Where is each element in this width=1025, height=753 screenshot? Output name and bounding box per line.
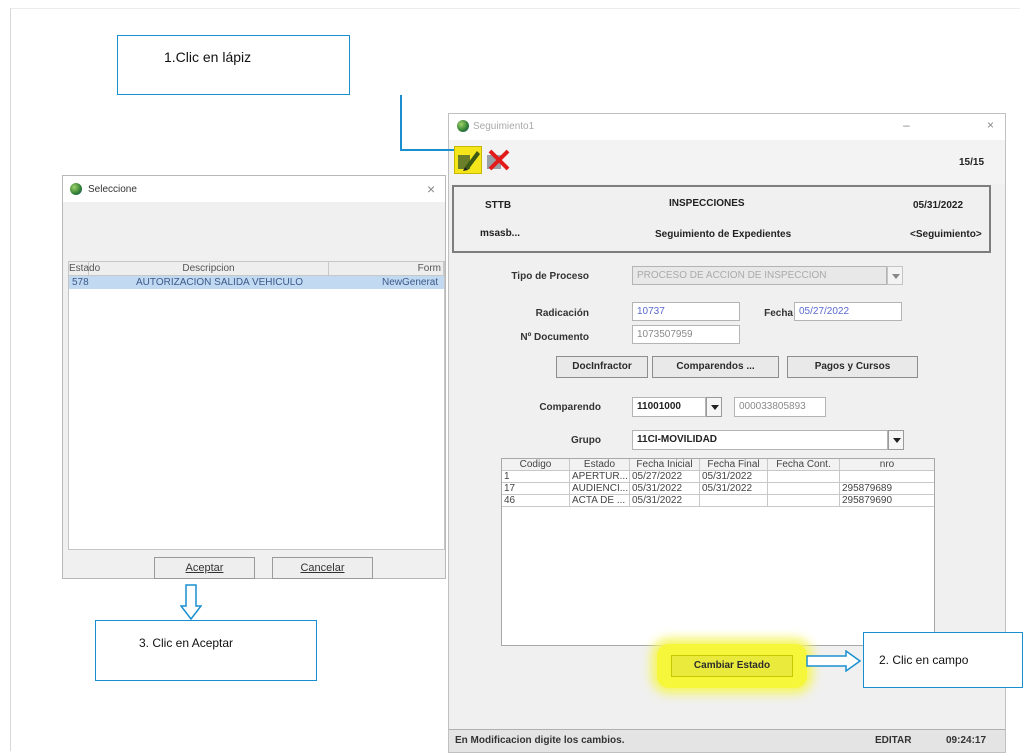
callout-step3: 3. Clic en Aceptar (95, 620, 317, 681)
selection-dialog-title: Seleccione (88, 184, 137, 195)
close-icon[interactable]: × (987, 118, 994, 132)
fecha-label: Fecha (764, 308, 793, 319)
header-module: INSPECCIONES (669, 198, 745, 209)
cell-fecha-cont (768, 495, 840, 506)
header-user: msasb... (480, 228, 521, 239)
cancel-button-label: Cancelar (300, 562, 345, 574)
table-row-selected[interactable]: 578 AUTORIZACION SALIDA VEHICULO NewGene… (69, 276, 444, 289)
cell-fecha-final: 05/31/2022 (700, 483, 768, 494)
arrow-right-icon (806, 650, 862, 672)
cell-fecha-final: 05/31/2022 (700, 471, 768, 482)
java-globe-icon (70, 183, 82, 195)
record-counter: 15/15 (959, 157, 985, 168)
selection-dialog: Seleccione × Estado Descripcion Form 578… (62, 175, 446, 579)
cell-nro: 295879689 (842, 483, 893, 494)
grupo-field[interactable]: 11CI-MOVILIDAD (632, 430, 888, 450)
cell-form: NewGenerat (382, 277, 439, 288)
cell-fecha-cont (768, 471, 840, 482)
status-message: En Modificacion digite los cambios. (455, 735, 625, 746)
cell-codigo: 46 (502, 495, 570, 506)
selection-table-header: Estado Descripcion Form (69, 262, 444, 276)
column-header-fecha-cont[interactable]: Fecha Cont. (768, 459, 840, 470)
close-icon[interactable]: × (427, 181, 435, 197)
cell-fecha-inicial: 05/27/2022 (630, 471, 700, 482)
cell-estado: AUDIENCI... (572, 483, 630, 494)
documento-label: Nº Documento (520, 332, 589, 343)
selection-dialog-titlebar: Seleccione × (63, 176, 445, 202)
selection-table: Estado Descripcion Form 578 AUTORIZACION… (68, 261, 445, 550)
cell-estado: ACTA DE ... (570, 495, 630, 506)
comparendo-dropdown-icon[interactable] (706, 397, 722, 417)
cancel-button[interactable]: Cancelar (272, 557, 373, 579)
cell-nro: 295879690 (842, 495, 893, 506)
cell-fecha-inicial: 05/31/2022 (630, 495, 700, 506)
cell-codigo: 17 (502, 483, 570, 494)
column-header-fecha-inicial[interactable]: Fecha Inicial (630, 459, 700, 470)
doc-infractor-button[interactable]: DocInfractor (556, 356, 648, 378)
comparendos-button[interactable]: Comparendos ... (652, 356, 779, 378)
header-panel: STTB INSPECCIONES 05/31/2022 msasb... Se… (452, 185, 991, 253)
tipo-proceso-field[interactable]: PROCESO DE ACCION DE INSPECCION (632, 266, 887, 285)
header-tag: <Seguimiento> (910, 229, 982, 240)
estados-table-header: Codigo Estado Fecha Inicial Fecha Final … (502, 459, 934, 471)
status-bar: En Modificacion digite los cambios. EDIT… (449, 729, 1005, 752)
table-row[interactable]: 1 APERTUR... 05/27/2022 05/31/2022 (502, 471, 934, 483)
radicacion-label: Radicación (535, 308, 589, 319)
comparendo-label: Comparendo (539, 402, 601, 413)
table-row[interactable]: 17 AUDIENCI... 05/31/2022 05/31/2022 295… (502, 483, 934, 495)
column-header-nro[interactable]: nro (840, 459, 934, 470)
column-header-codigo[interactable]: Codigo (502, 459, 570, 470)
callout-step1-connector (400, 95, 402, 151)
minimize-icon[interactable]: – (903, 118, 910, 132)
cell-descripcion: AUTORIZACION SALIDA VEHICULO (136, 277, 304, 288)
comparendo-code-field[interactable]: 11001000 (632, 397, 706, 417)
status-time: 09:24:17 (946, 735, 987, 746)
arrow-down-icon (180, 584, 202, 620)
column-header-estado[interactable]: Estado (69, 262, 100, 275)
cell-nro (840, 471, 934, 482)
java-globe-icon (457, 120, 469, 132)
cell-estado: APERTUR... (570, 471, 630, 482)
cell-fecha-cont (768, 483, 840, 494)
cell-estado: 578 (72, 277, 89, 288)
change-state-button[interactable]: Cambiar Estado (671, 655, 793, 677)
callout-step1-connector (400, 149, 454, 151)
header-subtitle: Seguimiento de Expedientes (655, 229, 792, 240)
cell-codigo: 1 (502, 471, 570, 482)
status-mode: EDITAR (875, 735, 912, 746)
column-header-fecha-final[interactable]: Fecha Final (700, 459, 768, 470)
accept-button-label: Aceptar (185, 562, 224, 574)
tipo-proceso-label: Tipo de Proceso (511, 271, 589, 282)
edit-pencil-icon[interactable] (454, 146, 482, 174)
column-header-estado[interactable]: Estado (570, 459, 630, 470)
grupo-dropdown-icon[interactable] (888, 430, 904, 450)
cell-fecha-inicial: 05/31/2022 (630, 483, 700, 494)
seguimiento-titlebar: Seguimiento1 – × (449, 114, 1005, 140)
comparendo-number-field[interactable]: 000033805893 (734, 397, 826, 417)
callout-step2: 2. Clic en campo (863, 632, 1023, 688)
callout-step1: 1.Clic en lápiz (117, 35, 350, 95)
table-row[interactable]: 46 ACTA DE ... 05/31/2022 295879690 (502, 495, 934, 507)
delete-x-icon[interactable] (485, 146, 513, 174)
header-org: STTB (485, 200, 512, 211)
fecha-field[interactable]: 05/27/2022 (794, 302, 902, 321)
documento-field[interactable]: 1073507959 (632, 325, 740, 344)
radicacion-field[interactable]: 10737 (632, 302, 740, 321)
seguimiento-title: Seguimiento1 (473, 121, 535, 132)
grupo-label: Grupo (571, 435, 601, 446)
toolbar: 15/15 (449, 140, 1005, 184)
pagos-cursos-button[interactable]: Pagos y Cursos (787, 356, 918, 378)
estados-table: Codigo Estado Fecha Inicial Fecha Final … (501, 458, 935, 646)
accept-button[interactable]: Aceptar (154, 557, 255, 579)
column-header-descripcion[interactable]: Descripcion (89, 262, 329, 275)
column-header-form[interactable]: Form (329, 262, 444, 275)
header-date: 05/31/2022 (913, 200, 964, 211)
cell-fecha-final (700, 495, 768, 506)
tipo-proceso-dropdown-icon[interactable] (887, 266, 903, 285)
